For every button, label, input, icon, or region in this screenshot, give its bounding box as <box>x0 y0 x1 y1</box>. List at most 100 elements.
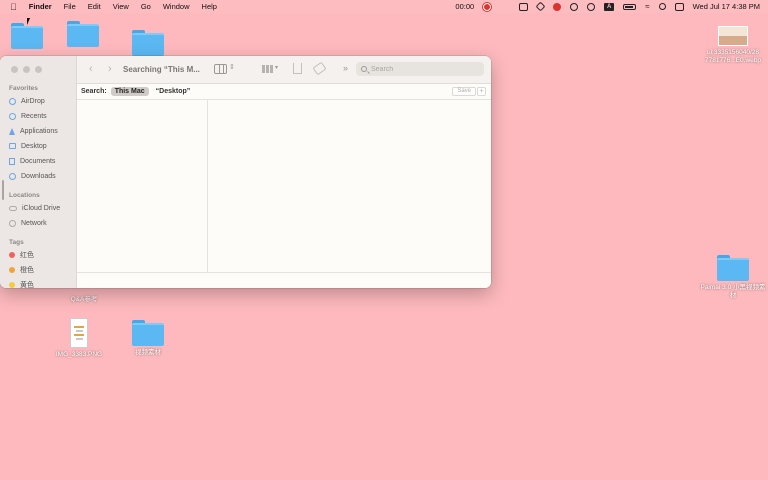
menu-bar:  Finder File Edit View Go Window Help 0… <box>0 0 768 13</box>
image-thumbnail-icon <box>718 26 748 46</box>
battery-icon[interactable] <box>623 3 637 10</box>
search-input[interactable] <box>371 65 471 73</box>
search-scope-bar: Search: This Mac “Desktop” Save + <box>77 84 491 100</box>
sidebar-item-label: iCloud Drive <box>22 204 61 212</box>
zoom-button[interactable] <box>35 66 42 73</box>
sidebar: Favorites AirDrop Recents Applications D… <box>0 56 77 288</box>
sidebar-item-label: 黄色 <box>20 282 34 288</box>
sidebar-section-locations: Locations <box>9 192 40 199</box>
menu-edit[interactable]: Edit <box>88 2 101 11</box>
desktop-icon-label: Paimai 3.0 小黑视频素 材 <box>700 284 765 300</box>
tag-dot-icon <box>9 282 15 288</box>
applications-icon <box>9 127 15 135</box>
recording-time: 00:00 <box>455 2 475 11</box>
menu-help[interactable]: Help <box>202 2 217 11</box>
control-center-icon[interactable] <box>674 2 684 11</box>
column-divider[interactable] <box>207 100 208 272</box>
download-icon <box>9 172 16 180</box>
minimize-button[interactable] <box>23 66 30 73</box>
search-field[interactable] <box>356 62 484 76</box>
column-view-icon[interactable] <box>214 64 227 74</box>
view-options-chevron-icon[interactable]: ⇕ <box>229 63 235 71</box>
globe-icon <box>9 219 16 227</box>
sidebar-item-desktop[interactable]: Desktop <box>9 141 47 151</box>
menu-file[interactable]: File <box>64 2 76 11</box>
results-area[interactable] <box>77 100 491 288</box>
menu-app-finder[interactable]: Finder <box>29 2 52 11</box>
close-button[interactable] <box>11 66 18 73</box>
sidebar-item-network[interactable]: Network <box>9 218 47 228</box>
folder-icon <box>132 30 164 56</box>
sidebar-item-tag-yellow[interactable]: 黄色 <box>9 280 34 288</box>
search-icon[interactable] <box>658 3 666 10</box>
screen-record-icon[interactable] <box>483 2 492 11</box>
sidebar-item-label: Recents <box>21 112 47 120</box>
document-icon <box>9 157 15 165</box>
folder-icon <box>132 320 164 346</box>
chevron-down-icon[interactable]: ▾ <box>275 64 278 71</box>
apple-menu-icon[interactable]:  <box>10 2 17 12</box>
desktop-folder-1[interactable] <box>11 23 43 49</box>
play-icon[interactable] <box>587 2 596 11</box>
toolbar: ‹ › Searching “This M... ⇕ ▾ » <box>77 56 491 84</box>
share-icon[interactable] <box>293 63 302 74</box>
app-icon-2[interactable] <box>535 1 546 12</box>
sidebar-item-documents[interactable]: Documents <box>9 156 55 166</box>
more-chevron-icon[interactable]: » <box>343 63 348 73</box>
forward-chevron-icon[interactable]: › <box>108 63 112 75</box>
menu-datetime[interactable]: Wed Jul 17 4:38 PM <box>693 2 760 11</box>
desktop-icon-label: ui:3335156040/28 7781776...E0.webp <box>705 49 761 65</box>
sidebar-section-tags: Tags <box>9 239 24 246</box>
tag-icon[interactable] <box>312 61 327 76</box>
desktop-video-folder[interactable]: 视频素材 <box>128 320 168 357</box>
wifi-icon[interactable]: ≈ <box>645 2 649 11</box>
sidebar-item-downloads[interactable]: Downloads <box>9 171 56 181</box>
back-chevron-icon[interactable]: ‹ <box>89 63 93 75</box>
sidebar-item-applications[interactable]: Applications <box>9 126 58 136</box>
sidebar-item-label: Desktop <box>21 142 47 150</box>
sidebar-item-tag-red[interactable]: 红色 <box>9 250 34 260</box>
sidebar-item-recents[interactable]: Recents <box>9 111 47 121</box>
label-line: 7781776...E0.webp <box>704 57 762 64</box>
save-search-button[interactable]: Save <box>452 87 476 96</box>
label-line: 材 <box>729 292 737 299</box>
desktop-icon-label: Q&A参考 <box>70 296 98 303</box>
desktop-folder-2[interactable] <box>67 21 99 47</box>
chat-icon[interactable] <box>570 2 579 11</box>
desktop-image-file[interactable]: ui:3335156040/28 7781776...E0.webp <box>698 26 768 65</box>
tag-dot-icon <box>9 252 15 258</box>
window-controls <box>11 66 42 73</box>
menu-go[interactable]: Go <box>141 2 151 11</box>
input-source-icon[interactable]: A <box>604 2 615 11</box>
menu-window[interactable]: Window <box>163 2 190 11</box>
scope-desktop-button[interactable]: “Desktop” <box>156 88 191 95</box>
tag-dot-icon <box>9 267 15 273</box>
desktop-folder-3[interactable] <box>132 30 164 56</box>
menu-view[interactable]: View <box>113 2 129 11</box>
folder-icon <box>67 21 99 47</box>
desktop-qa-file[interactable]: Q&A参考 <box>64 293 104 304</box>
finder-window: Favorites AirDrop Recents Applications D… <box>0 56 491 288</box>
app-icon-1[interactable] <box>519 2 529 11</box>
sidebar-item-icloud[interactable]: iCloud Drive <box>9 203 60 213</box>
add-criteria-button[interactable]: + <box>477 87 486 96</box>
clock-icon <box>9 112 16 120</box>
sidebar-item-label: Applications <box>20 127 58 135</box>
scope-this-mac-button[interactable]: This Mac <box>110 87 149 96</box>
airdrop-icon <box>9 97 16 105</box>
label-line: Paimai 3.0 小黑视频素 <box>700 284 766 291</box>
folder-icon <box>717 255 749 281</box>
search-icon <box>361 66 367 72</box>
cloud-icon <box>9 205 17 211</box>
sidebar-scrollbar[interactable] <box>2 180 4 200</box>
desktop-icon-label: IMG_3383.PNG <box>55 351 103 358</box>
desktop-icon <box>9 143 16 149</box>
sidebar-item-airdrop[interactable]: AirDrop <box>9 96 45 106</box>
app-icon-3[interactable] <box>553 2 562 11</box>
sidebar-item-label: 红色 <box>20 252 34 259</box>
desktop-folder-paimai[interactable]: Paimai 3.0 小黑视频素 材 <box>700 255 766 300</box>
group-icon[interactable] <box>262 65 273 73</box>
sidebar-item-tag-orange[interactable]: 橙色 <box>9 265 34 275</box>
desktop-img-file[interactable]: IMG_3383.PNG <box>50 318 108 359</box>
scope-label: Search: <box>81 88 107 95</box>
